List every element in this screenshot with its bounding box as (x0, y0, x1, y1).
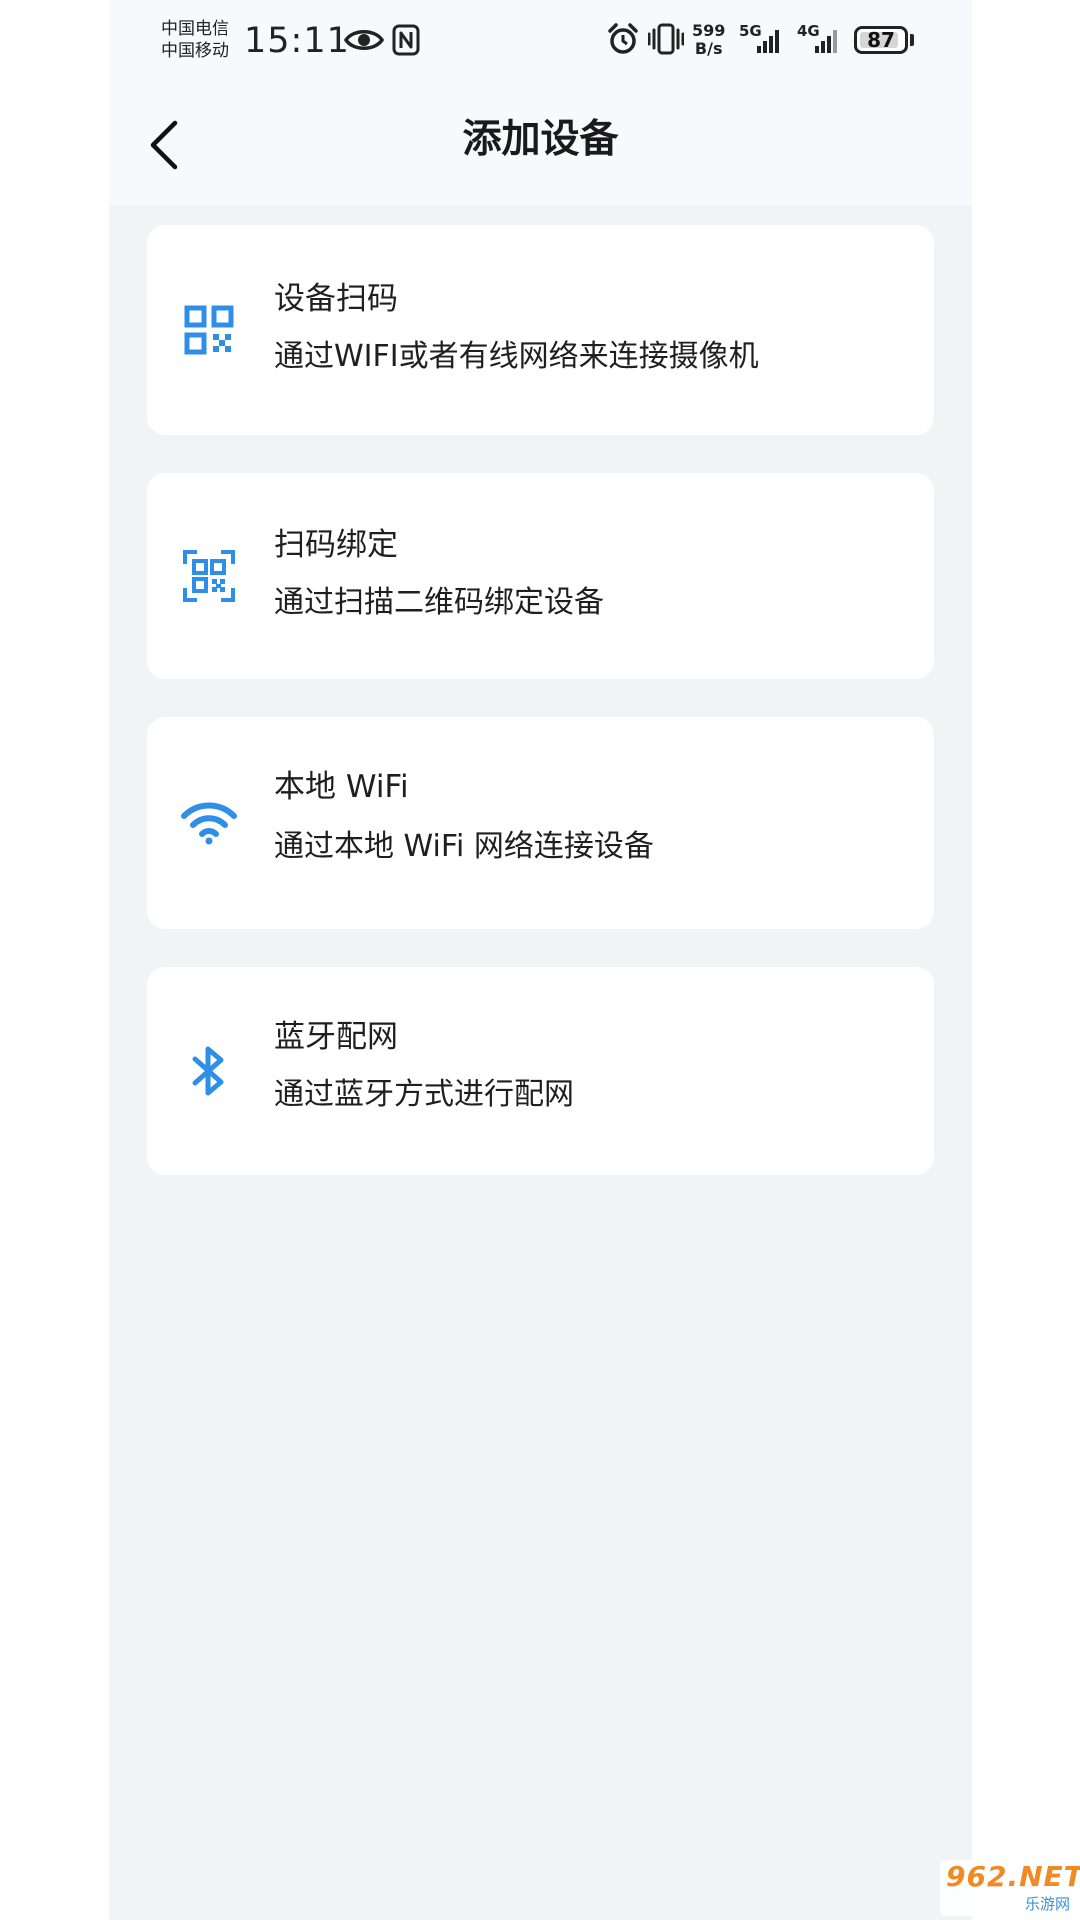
eye-icon (344, 30, 384, 50)
option-title: 本地 WiFi (274, 769, 409, 805)
net-speed-unit: B/s (694, 39, 723, 58)
option-device-scan[interactable]: 设备扫码 通过WIFI或者有线网络来连接摄像机 (147, 225, 934, 435)
option-description: 通过本地 WiFi 网络连接设备 (274, 829, 654, 864)
battery-icon: 87 (854, 26, 908, 54)
alarm-icon (608, 23, 638, 54)
net-speed-value: 599 (692, 21, 726, 40)
carrier-2: 中国移动 (161, 41, 229, 61)
option-title: 蓝牙配网 (274, 1019, 398, 1055)
signal-icon (815, 30, 837, 53)
status-time: 15:11 (244, 21, 350, 61)
bluetooth-icon (181, 1043, 237, 1099)
battery-cap (910, 34, 914, 46)
option-description: 通过蓝牙方式进行配网 (274, 1077, 574, 1112)
option-description: 通过扫描二维码绑定设备 (274, 585, 604, 620)
signal-icon (757, 30, 779, 53)
option-local-wifi[interactable]: 本地 WiFi 通过本地 WiFi 网络连接设备 (147, 717, 934, 929)
option-title: 扫码绑定 (274, 527, 398, 563)
option-title: 设备扫码 (274, 281, 398, 317)
qr-code-icon (181, 302, 237, 358)
page-title: 添加设备 (462, 117, 619, 162)
battery-level: 87 (867, 28, 895, 52)
back-button[interactable] (139, 114, 191, 176)
qr-scan-icon (181, 548, 237, 604)
carrier-1: 中国电信 (161, 19, 229, 39)
wifi-icon (181, 795, 237, 851)
chevron-left-icon (150, 120, 178, 170)
carrier-labels: 中国电信 中国移动 (161, 18, 229, 62)
nfc-icon (392, 24, 420, 56)
app-screen: 中国电信 中国移动 15:11 599 B/s 5G 4G 87 添加设备 设备… (109, 0, 972, 1920)
header: 添加设备 (109, 84, 972, 206)
watermark-top-text: 962.NET (946, 1860, 1080, 1893)
status-bar: 中国电信 中国移动 15:11 599 B/s 5G 4G 87 (109, 0, 972, 84)
watermark-bottom-text: 乐游网 (1024, 1895, 1070, 1913)
option-scan-bind[interactable]: 扫码绑定 通过扫描二维码绑定设备 (147, 473, 934, 679)
option-description: 通过WIFI或者有线网络来连接摄像机 (274, 339, 759, 374)
net-speed: 599 B/s (692, 22, 725, 58)
option-bluetooth[interactable]: 蓝牙配网 通过蓝牙方式进行配网 (147, 967, 934, 1175)
watermark-logo: 962.NET 乐游网 (940, 1860, 1080, 1916)
vibrate-icon (648, 23, 684, 55)
